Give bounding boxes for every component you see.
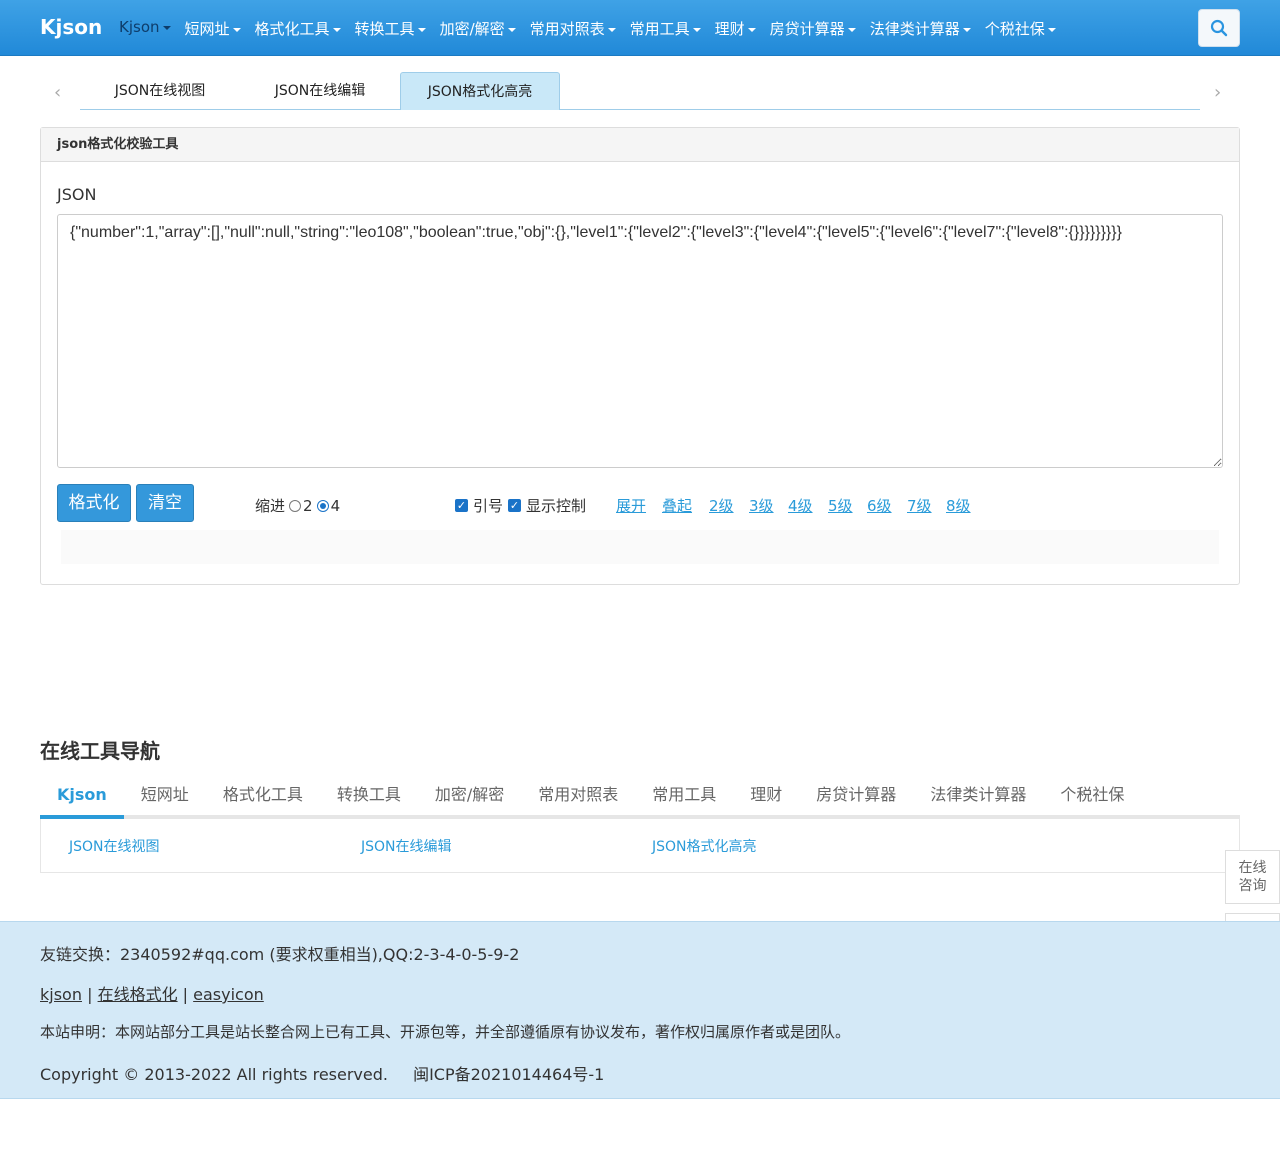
caret-down-icon <box>417 27 426 32</box>
tool-nav-links: JSON在线视图 JSON在线编辑 JSON格式化高亮 <box>40 819 1240 873</box>
indent-label: 缩进 <box>255 497 286 515</box>
menu-item-mortgage[interactable]: 房贷计算器 <box>770 18 856 39</box>
level-7-link[interactable]: 7级 <box>907 495 932 516</box>
level-3-link[interactable]: 3级 <box>749 495 774 516</box>
main-menu: Kjson 短网址 格式化工具 转换工具 加密/解密 常用对照表 常用工具 理财… <box>119 18 1070 39</box>
footer-links: kjson | 在线格式化 | easyicon <box>40 981 264 1005</box>
footer-separator: | <box>87 985 93 1004</box>
footer-separator: | <box>182 985 189 1004</box>
indent-control: 缩进 2 4 <box>255 495 340 516</box>
tool-link-json-highlight[interactable]: JSON格式化高亮 <box>652 836 757 856</box>
quote-label: 引号 <box>473 497 504 515</box>
indent-radio-2[interactable] <box>289 499 302 512</box>
tab-json-view[interactable]: JSON在线视图 <box>80 72 240 110</box>
level-2-link[interactable]: 2级 <box>709 495 734 516</box>
menu-item-crypto[interactable]: 加密/解密 <box>440 18 516 39</box>
footer-link-easyicon[interactable]: easyicon <box>193 985 264 1004</box>
format-button[interactable]: 格式化 <box>57 484 131 522</box>
caret-down-icon <box>1047 27 1056 32</box>
indent-option-4: 4 <box>330 496 341 515</box>
icp-number[interactable]: 闽ICP备2021014464号-1 <box>413 1065 604 1084</box>
tool-nav-tab-convert-tools[interactable]: 转换工具 <box>320 781 418 819</box>
search-button[interactable] <box>1198 9 1240 47</box>
tabs-prev-arrow[interactable]: ‹ <box>54 82 61 103</box>
caret-down-icon <box>607 27 616 32</box>
tool-link-json-edit[interactable]: JSON在线编辑 <box>361 836 452 856</box>
friend-links-text: 友链交换：2340592#qq.com (要求权重相当),QQ:2-3-4-0-… <box>40 945 520 964</box>
level-6-link[interactable]: 6级 <box>867 495 892 516</box>
footer-link-kjson[interactable]: kjson <box>40 985 82 1004</box>
online-consult-button[interactable]: 在线 咨询 <box>1225 850 1280 904</box>
tool-nav-tab-crypto[interactable]: 加密/解密 <box>418 781 521 819</box>
menu-item-legal-calc[interactable]: 法律类计算器 <box>870 18 971 39</box>
tool-nav-tab-legal-calc[interactable]: 法律类计算器 <box>913 781 1043 819</box>
collapse-link[interactable]: 叠起 <box>662 495 692 516</box>
json-label: JSON <box>57 185 97 204</box>
menu-item-common-tools[interactable]: 常用工具 <box>630 18 701 39</box>
copyright-text: Copyright © 2013-2022 All rights reserve… <box>40 1065 388 1084</box>
tab-json-edit[interactable]: JSON在线编辑 <box>240 72 400 110</box>
caret-down-icon <box>507 27 516 32</box>
menu-item-short-url[interactable]: 短网址 <box>185 18 241 39</box>
tool-nav-tab-reference-tables[interactable]: 常用对照表 <box>521 781 635 819</box>
tool-nav-tabs: Kjson 短网址 格式化工具 转换工具 加密/解密 常用对照表 常用工具 理财… <box>40 781 1240 819</box>
site-statement: 本站申明：本网站部分工具是站长整合网上已有工具、开源包等，并全部遵循原有协议发布… <box>40 1023 851 1041</box>
indent-option-2: 2 <box>303 496 313 515</box>
caret-down-icon <box>962 27 971 32</box>
level-8-link[interactable]: 8级 <box>946 495 971 516</box>
indent-radio-4[interactable] <box>316 499 329 512</box>
copyright-line: Copyright © 2013-2022 All rights reserve… <box>40 1061 604 1085</box>
caret-down-icon <box>692 27 701 32</box>
quote-checkbox[interactable]: ✓ <box>455 499 468 512</box>
level-5-link[interactable]: 5级 <box>828 495 853 516</box>
caret-down-icon <box>747 27 756 32</box>
json-tool-panel: json格式化校验工具 JSON 格式化 清空 缩进 2 4 ✓ 引号 ✓ 显示… <box>40 127 1240 585</box>
caret-down-icon <box>162 25 171 30</box>
menu-item-convert-tools[interactable]: 转换工具 <box>355 18 426 39</box>
show-control-checkbox[interactable]: ✓ <box>508 499 522 512</box>
tool-nav-tab-finance[interactable]: 理财 <box>733 781 799 819</box>
caret-down-icon <box>232 27 241 32</box>
top-navbar: Kjson Kjson 短网址 格式化工具 转换工具 加密/解密 常用对照表 常… <box>0 0 1280 56</box>
tool-nav-title: 在线工具导航 <box>40 739 160 763</box>
brand-logo[interactable]: Kjson <box>40 15 102 39</box>
tool-link-json-view[interactable]: JSON在线视图 <box>69 836 160 856</box>
tabs-next-arrow[interactable]: › <box>1214 82 1221 103</box>
show-control-label: 显示控制 <box>526 497 587 515</box>
panel-title: json格式化校验工具 <box>41 128 1239 162</box>
menu-item-reference-tables[interactable]: 常用对照表 <box>530 18 616 39</box>
tool-nav-tab-format-tools[interactable]: 格式化工具 <box>206 781 320 819</box>
caret-down-icon <box>847 27 856 32</box>
level-4-link[interactable]: 4级 <box>788 495 813 516</box>
tool-nav-tab-kjson[interactable]: Kjson <box>40 781 124 819</box>
format-result-area <box>61 530 1219 564</box>
caret-down-icon <box>332 27 341 32</box>
tool-nav-tab-common-tools[interactable]: 常用工具 <box>635 781 733 819</box>
footer: 友链交换：2340592#qq.com (要求权重相当),QQ:2-3-4-0-… <box>0 921 1280 1099</box>
search-icon <box>1210 19 1228 37</box>
tool-nav-tab-short-url[interactable]: 短网址 <box>124 781 206 819</box>
tool-nav-tab-tax[interactable]: 个税社保 <box>1043 781 1141 819</box>
menu-item-kjson[interactable]: Kjson <box>119 18 171 39</box>
footer-link-online-format[interactable]: 在线格式化 <box>98 985 178 1004</box>
tool-nav-tab-mortgage[interactable]: 房贷计算器 <box>799 781 913 819</box>
menu-item-finance[interactable]: 理财 <box>715 18 756 39</box>
tab-json-highlight[interactable]: JSON格式化高亮 <box>400 72 560 110</box>
display-options: ✓ 引号 ✓ 显示控制 <box>455 495 586 516</box>
json-input[interactable] <box>57 214 1223 468</box>
menu-item-tax[interactable]: 个税社保 <box>985 18 1056 39</box>
menu-item-format-tools[interactable]: 格式化工具 <box>255 18 341 39</box>
clear-button[interactable]: 清空 <box>136 484 194 522</box>
expand-link[interactable]: 展开 <box>616 495 646 516</box>
